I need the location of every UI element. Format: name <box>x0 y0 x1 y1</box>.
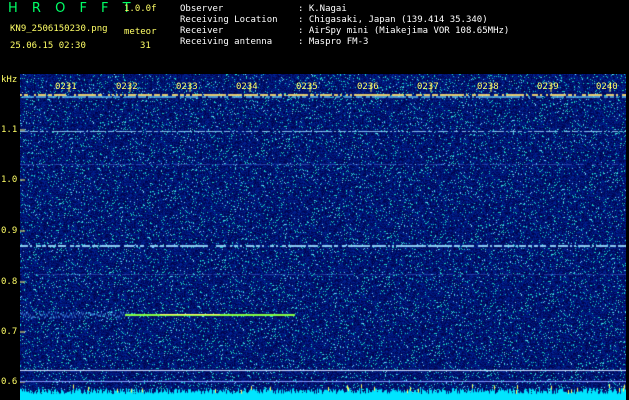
x-tick-label: 0237 <box>417 82 439 92</box>
x-tick-label: 0235 <box>296 82 318 92</box>
meteor-label: meteor <box>124 27 157 37</box>
app-name: H R O F F T <box>8 1 136 16</box>
meteor-count: 31 <box>140 41 151 51</box>
y-axis-unit: kHz <box>1 75 18 85</box>
y-tick-label: 0.7 <box>1 327 18 337</box>
date-time: 25.06.15 02:30 <box>10 41 86 51</box>
x-tick-label: 0233 <box>176 82 198 92</box>
antenna-label: Receiving antenna <box>180 37 273 47</box>
observer-value: : K.Nagai <box>298 4 347 14</box>
y-tick-label: 1.1 <box>1 125 18 135</box>
x-tick-label: 0239 <box>537 82 559 92</box>
y-tick-label: 0.6 <box>1 377 18 387</box>
x-tick-label: 0231 <box>55 82 77 92</box>
receiver-value: : AirSpy mini (Miakejima VOR 108.65MHz) <box>298 26 510 36</box>
antenna-value: : Maspro FM-3 <box>298 37 369 47</box>
antenna-row: Receiving antenna : Maspro FM-3 <box>180 37 368 48</box>
file-name: KN9_2506150230.png <box>10 24 108 34</box>
observer-row: Observer : K.Nagai <box>180 4 347 15</box>
spectrogram <box>20 74 626 400</box>
app-version: 1.0.0f <box>124 4 157 14</box>
receiver-row: Receiver : AirSpy mini (Miakejima VOR 108… <box>180 26 509 37</box>
receiver-label: Receiver <box>180 26 224 36</box>
x-tick-label: 0234 <box>236 82 258 92</box>
x-tick-label: 0232 <box>116 82 138 92</box>
location-row: Receiving Location : Chigasaki, Japan (13… <box>180 15 488 26</box>
y-tick-label: 0.9 <box>1 226 18 236</box>
observer-label: Observer <box>180 4 224 14</box>
x-tick-label: 0240 <box>596 82 618 92</box>
x-tick-label: 0238 <box>477 82 499 92</box>
x-tick-label: 0236 <box>357 82 379 92</box>
y-tick-label: 0.8 <box>1 277 18 287</box>
location-label: Receiving Location <box>180 15 278 25</box>
y-tick-label: 1.0 <box>1 175 18 185</box>
location-value: : Chigasaki, Japan (139.414 35.340) <box>298 15 488 25</box>
